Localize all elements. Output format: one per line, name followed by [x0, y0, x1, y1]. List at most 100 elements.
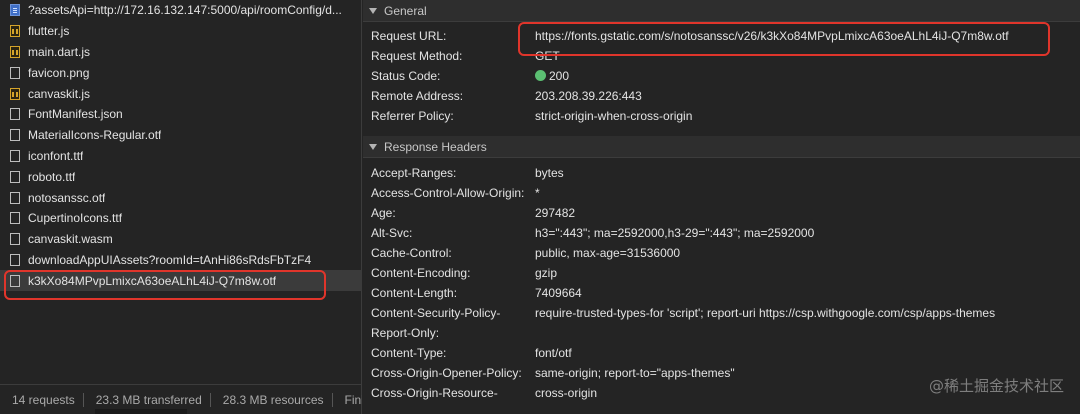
request-list: ?assetsApi=http://172.16.132.147:5000/ap…: [0, 0, 362, 292]
request-url-row: Request URL: https://fonts.gstatic.com/s…: [363, 26, 1080, 46]
referrer-policy-label: Referrer Policy:: [371, 109, 454, 123]
header-value: gzip: [535, 266, 558, 280]
request-url-value: https://fonts.gstatic.com/s/notosanssc/v…: [535, 29, 1009, 43]
general-section-title: General: [384, 3, 427, 18]
request-row[interactable]: k3kXo84MPvpLmixcA63oeALhL4iJ-Q7m8w.otf: [0, 270, 362, 292]
header-name: Content-Type:: [371, 346, 447, 360]
general-list: Request URL: https://fonts.gstatic.com/s…: [363, 22, 1080, 126]
file-icon: [10, 212, 20, 225]
response-header-row: Content-Security-Policy-require-trusted-…: [363, 303, 1080, 323]
general-section-header[interactable]: General: [363, 0, 1080, 22]
file-icon: [10, 129, 20, 142]
status-ok-icon: [535, 70, 546, 81]
status-code-row: Status Code: 200: [363, 66, 1080, 86]
referrer-policy-row: Referrer Policy: strict-origin-when-cros…: [363, 106, 1080, 126]
response-headers-section-header[interactable]: Response Headers: [363, 136, 1080, 158]
header-name: Cross-Origin-Opener-Policy:: [371, 366, 522, 380]
request-name: flutter.js: [28, 24, 70, 39]
file-icon: [10, 108, 20, 121]
network-status-bar: 14 requests 23.3 MB transferred 28.3 MB …: [0, 384, 362, 414]
request-list-panel: ?assetsApi=http://172.16.132.147:5000/ap…: [0, 0, 362, 414]
file-icon: [10, 233, 20, 246]
response-header-row: Report-Only:: [363, 323, 1080, 343]
header-name: Content-Encoding:: [371, 266, 471, 280]
request-row[interactable]: MaterialIcons-Regular.otf: [0, 125, 362, 146]
headers-panel: General Request URL: https://fonts.gstat…: [363, 0, 1080, 414]
js-file-icon: [10, 87, 20, 100]
request-name: k3kXo84MPvpLmixcA63oeALhL4iJ-Q7m8w.otf: [28, 273, 277, 288]
response-headers-list: Accept-Ranges: bytes Access-Control-Allow-…: [363, 158, 1080, 403]
response-header-row: Age: 297482: [363, 203, 1080, 223]
response-header-row: Alt-Svc: h3=":443"; ma=2592000,h3-29=":44…: [363, 223, 1080, 243]
file-icon: [10, 170, 20, 183]
header-name: Cache-Control:: [371, 246, 452, 260]
request-name: main.dart.js: [28, 44, 91, 59]
request-row[interactable]: iconfont.ttf: [0, 146, 362, 167]
watermark: @稀土掘金技术社区: [928, 377, 1064, 395]
header-value: public, max-age=31536000: [535, 246, 681, 260]
request-name: ?assetsApi=http://172.16.132.147:5000/ap…: [28, 3, 342, 18]
js-file-icon: [10, 45, 20, 58]
response-header-row: Content-Type: font/otf: [363, 343, 1080, 363]
header-value: same-origin; report-to="apps-themes": [535, 366, 735, 380]
header-name: Alt-Svc:: [371, 226, 413, 240]
requests-count: 14 requests: [0, 392, 84, 407]
status-code-label: Status Code:: [371, 69, 441, 83]
referrer-policy-value: strict-origin-when-cross-origin: [535, 109, 693, 123]
header-value: *: [535, 186, 540, 200]
header-name: Age:: [371, 206, 396, 220]
request-name: iconfont.ttf: [28, 148, 84, 163]
request-row[interactable]: FontManifest.json: [0, 104, 362, 125]
request-name: roboto.ttf: [28, 169, 76, 184]
request-row[interactable]: flutter.js: [0, 21, 362, 42]
request-name: MaterialIcons-Regular.otf: [28, 128, 162, 143]
request-row[interactable]: roboto.ttf: [0, 166, 362, 187]
doc-icon: [10, 4, 20, 17]
finish-time: Fini: [333, 393, 363, 407]
request-row[interactable]: favicon.png: [0, 62, 362, 83]
header-name: Content-Length:: [371, 286, 458, 300]
resources-size: 28.3 MB resources: [211, 392, 333, 407]
request-url-label: Request URL:: [371, 29, 447, 43]
file-icon: [10, 149, 20, 162]
request-name: downloadAppUIAssets?roomId=tAnHi86sRdsFb…: [28, 252, 312, 267]
response-header-row: Access-Control-Allow-Origin: *: [363, 183, 1080, 203]
request-row[interactable]: canvaskit.js: [0, 83, 362, 104]
request-name: notosanssc.otf: [28, 190, 106, 205]
request-name: FontManifest.json: [28, 107, 123, 122]
header-value: h3=":443"; ma=2592000,h3-29=":443"; ma=2…: [535, 226, 815, 240]
header-value: require-trusted-types-for 'script'; repo…: [535, 306, 996, 320]
header-value: 7409664: [535, 286, 582, 300]
file-icon: [10, 253, 20, 266]
js-file-icon: [10, 25, 20, 38]
header-name: Report-Only:: [371, 326, 440, 340]
header-value: 297482: [535, 206, 576, 220]
horizontal-scrollbar[interactable]: [95, 409, 187, 414]
remote-address-row: Remote Address: 203.208.39.226:443: [363, 86, 1080, 106]
request-row[interactable]: downloadAppUIAssets?roomId=tAnHi86sRdsFb…: [0, 250, 362, 271]
transferred-size: 23.3 MB transferred: [84, 392, 211, 407]
request-row[interactable]: main.dart.js: [0, 42, 362, 63]
request-row[interactable]: notosanssc.otf: [0, 187, 362, 208]
status-code-value-wrap: 200: [535, 69, 569, 83]
header-name: Accept-Ranges:: [371, 166, 457, 180]
response-header-row: Content-Length: 7409664: [363, 283, 1080, 303]
request-method-row: Request Method: GET: [363, 46, 1080, 66]
request-name: canvaskit.wasm: [28, 232, 113, 247]
header-name: Access-Control-Allow-Origin:: [371, 186, 525, 200]
request-name: CupertinoIcons.ttf: [28, 211, 123, 226]
remote-address-label: Remote Address:: [371, 89, 464, 103]
file-icon: [10, 274, 20, 287]
response-header-row: Accept-Ranges: bytes: [363, 163, 1080, 183]
request-method-value: GET: [535, 49, 560, 63]
request-row[interactable]: canvaskit.wasm: [0, 229, 362, 250]
request-name: favicon.png: [28, 65, 90, 80]
request-row[interactable]: CupertinoIcons.ttf: [0, 208, 362, 229]
request-name: canvaskit.js: [28, 86, 91, 101]
response-header-row: Cache-Control: public, max-age=31536000: [363, 243, 1080, 263]
remote-address-value: 203.208.39.226:443: [535, 89, 642, 103]
response-header-row: Content-Encoding: gzip: [363, 263, 1080, 283]
request-row[interactable]: ?assetsApi=http://172.16.132.147:5000/ap…: [0, 0, 362, 21]
expand-triangle-icon: [369, 143, 377, 150]
header-name: Content-Security-Policy-: [371, 306, 501, 320]
